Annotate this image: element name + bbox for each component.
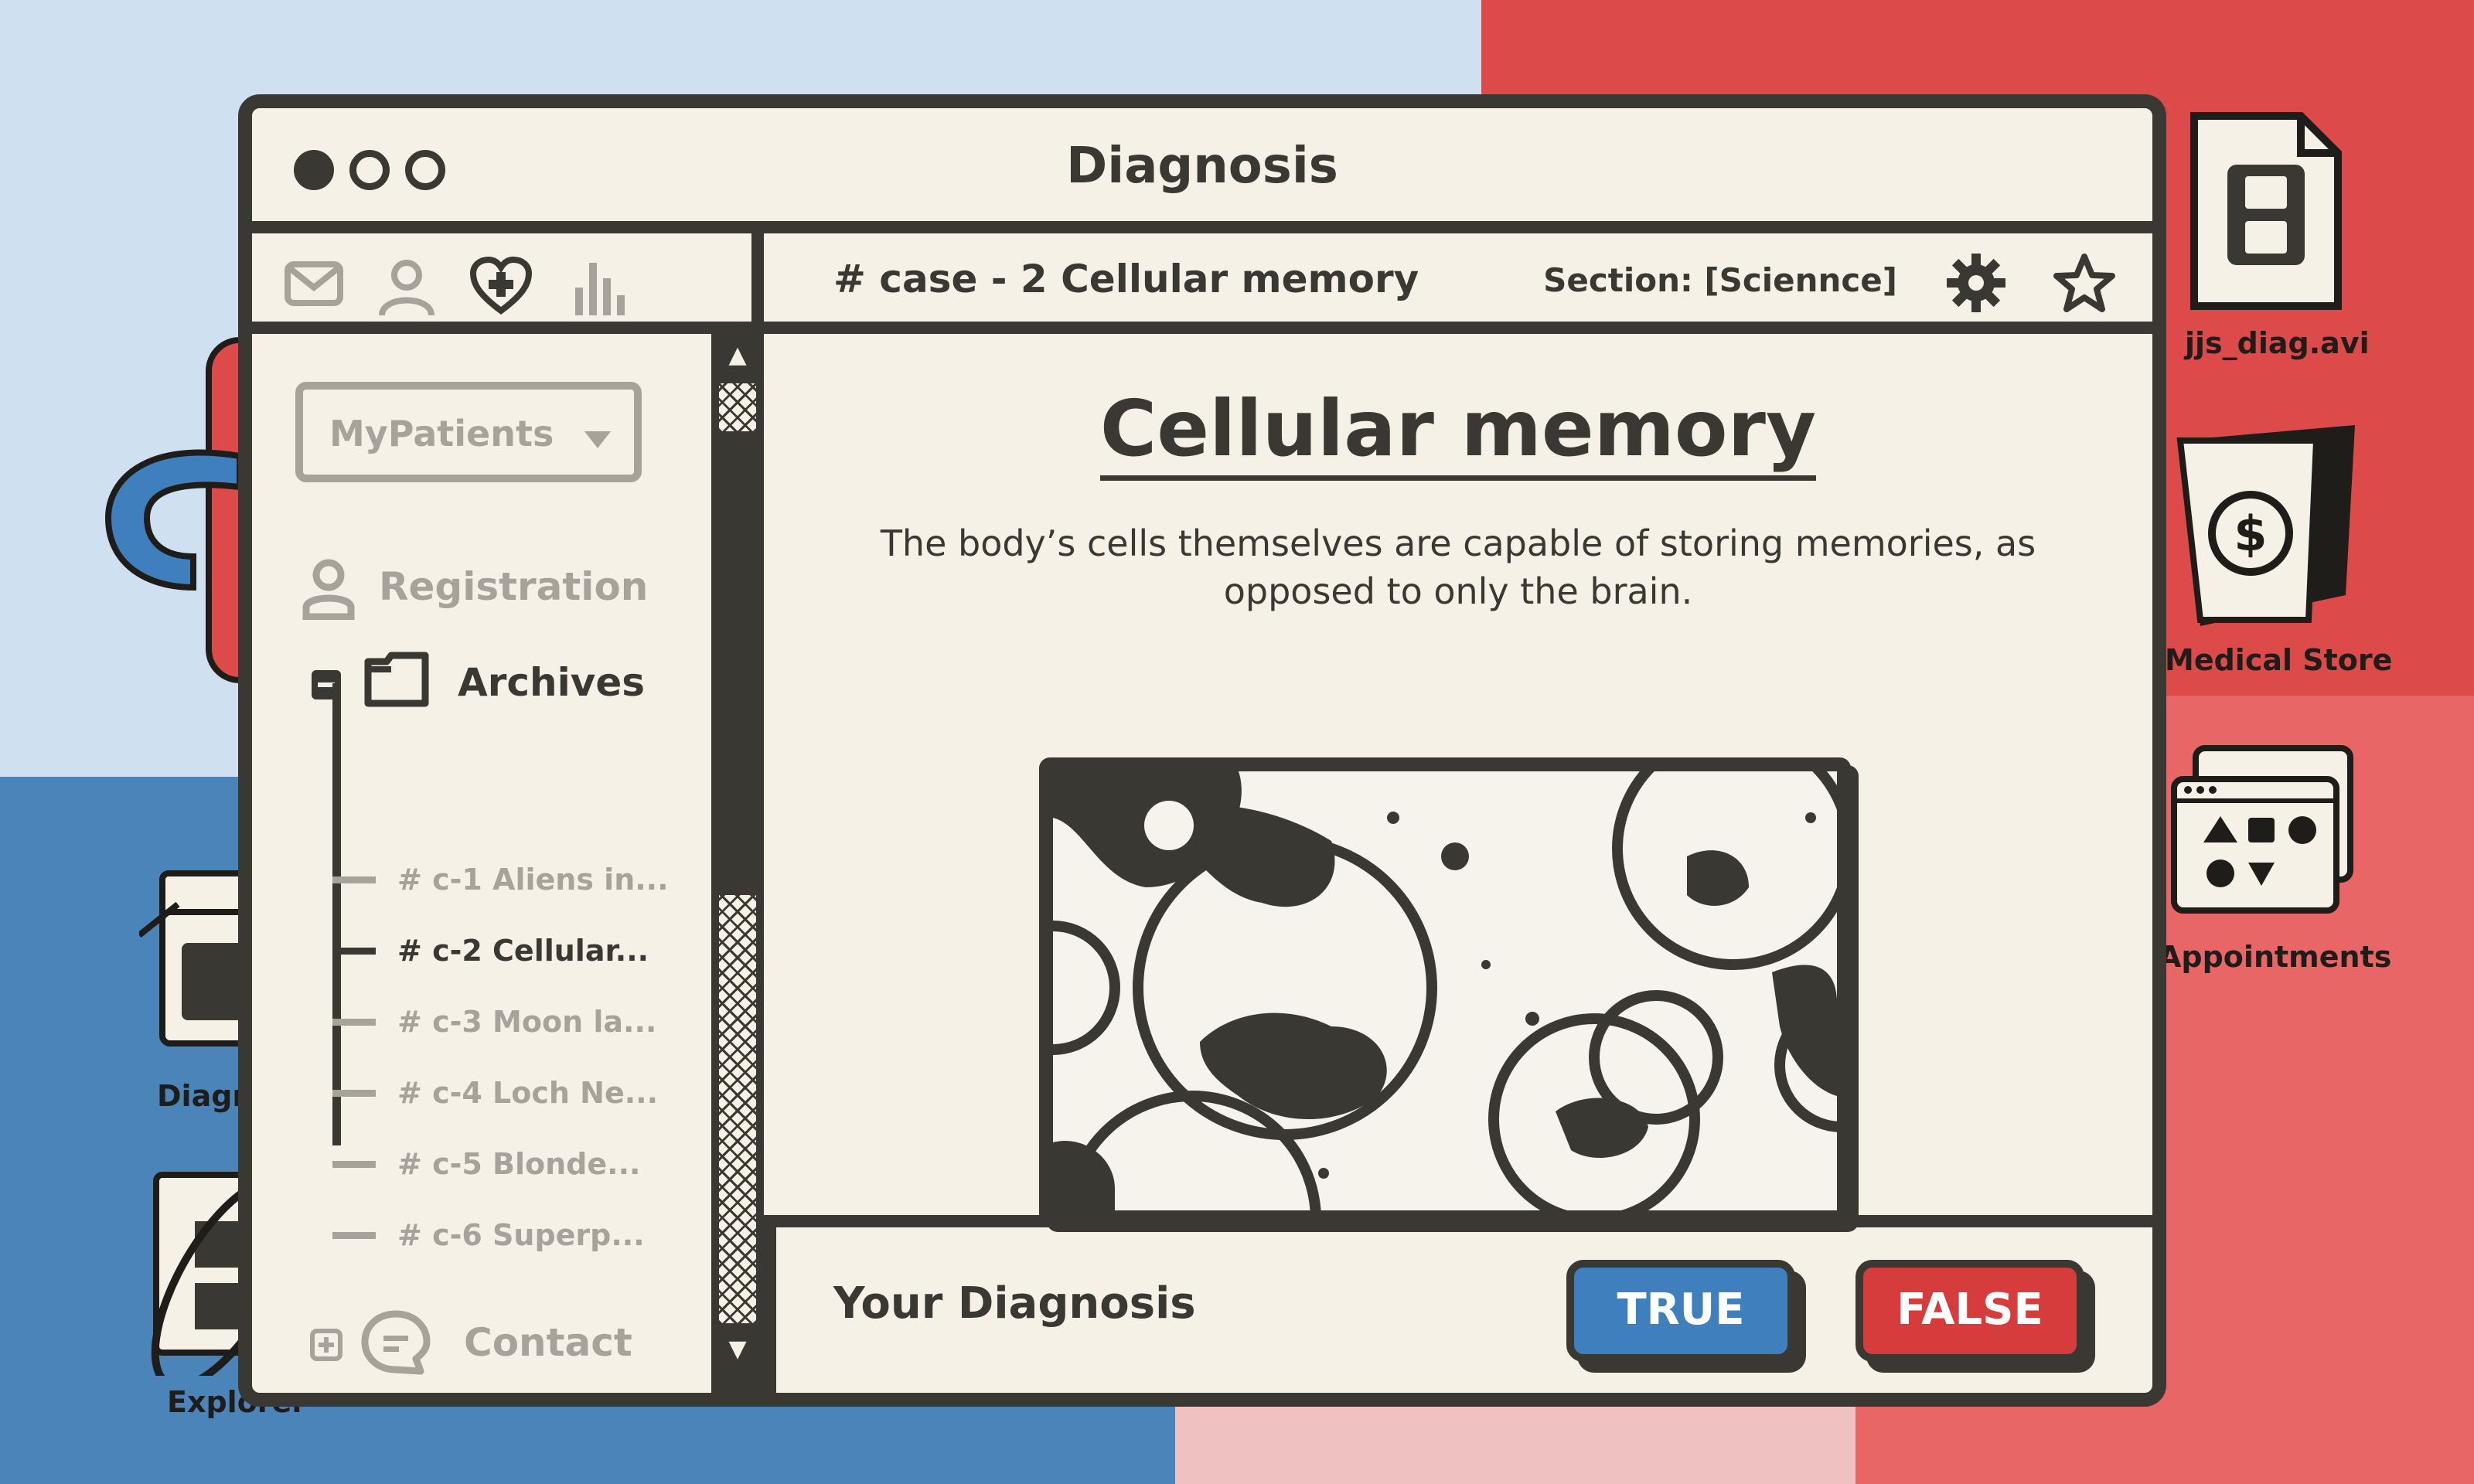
appointments-folder-icon[interactable] xyxy=(2165,740,2366,921)
user-icon xyxy=(302,558,356,623)
tree-branch xyxy=(332,876,376,883)
sidebar-item-label: Contact xyxy=(464,1320,632,1365)
window-title: Diagnosis xyxy=(1066,138,1338,195)
bar-chart-icon[interactable] xyxy=(572,257,626,322)
cells-illustration xyxy=(1039,757,1851,1224)
store-bag-icon[interactable]: $ xyxy=(2169,417,2363,637)
sidebar-item-label: Archives xyxy=(458,660,645,705)
tree-branch xyxy=(332,1090,376,1097)
false-button[interactable]: FALSE xyxy=(1855,1260,2084,1362)
gear-icon[interactable] xyxy=(1945,252,2007,317)
toolbar xyxy=(252,233,764,334)
chevron-down-icon xyxy=(584,431,611,451)
archive-item-label: # c-3 Moon la... xyxy=(397,1005,657,1039)
tree-line xyxy=(332,683,341,1145)
archive-item-label: # c-2 Cellular... xyxy=(397,934,649,968)
scroll-up-arrow-icon[interactable]: ▲ xyxy=(711,342,764,369)
scroll-thumb[interactable] xyxy=(719,895,756,1323)
archive-item-label: # c-6 Superp... xyxy=(397,1218,645,1252)
diagnosis-prompt: Your Diagnosis xyxy=(833,1278,1196,1329)
case-heading-text: Cellular memory xyxy=(1099,383,1817,481)
sidebar-item-label: Registration xyxy=(379,564,649,609)
dropdown-value: MyPatients xyxy=(329,413,554,454)
case-description: The body’s cells themselves are capable … xyxy=(880,522,2036,612)
mail-icon[interactable] xyxy=(283,257,345,314)
case-content: Cellular memory The body’s cells themsel… xyxy=(764,334,2152,1224)
svg-text:$: $ xyxy=(2234,505,2267,562)
tree-branch xyxy=(332,1232,376,1239)
user-icon[interactable] xyxy=(376,257,438,322)
heart-plus-icon[interactable] xyxy=(469,256,533,318)
desktop-icon-label: Appointments xyxy=(2159,940,2392,974)
sidebar-item-contact[interactable]: Contact xyxy=(302,1309,632,1379)
archive-item-label: # c-5 Blonde... xyxy=(397,1147,641,1181)
case-header: # case - 2 Cellular memory Section: [Sci… xyxy=(764,233,2152,334)
case-title: # case - 2 Cellular memory xyxy=(833,257,1419,301)
sidebar: MyPatients Registration Archives # c-1 A… xyxy=(252,334,711,1393)
desktop-icon-label: Medical Store xyxy=(2165,643,2393,677)
star-icon[interactable] xyxy=(2053,252,2115,317)
tree-branch xyxy=(332,948,376,955)
chat-icon xyxy=(360,1309,431,1379)
folder-icon xyxy=(363,651,430,711)
archive-item-label: # c-1 Aliens in... xyxy=(397,863,669,897)
tree-branch xyxy=(332,1161,376,1168)
case-heading: Cellular memory xyxy=(764,383,2152,481)
tree-branch xyxy=(332,1019,376,1026)
expand-toggle-icon[interactable] xyxy=(309,1328,343,1365)
archive-item-label: # c-4 Loch Ne... xyxy=(397,1076,659,1110)
diagnosis-footer: Your Diagnosis TRUE FALSE xyxy=(764,1215,2152,1393)
patients-dropdown[interactable]: MyPatients xyxy=(295,382,642,482)
video-file-icon[interactable] xyxy=(2185,107,2347,318)
explorer-icon[interactable] xyxy=(133,1167,301,1390)
true-button[interactable]: TRUE xyxy=(1566,1260,1795,1362)
sidebar-item-registration[interactable]: Registration xyxy=(302,558,648,623)
section-label: Section: [Sciennce] xyxy=(1543,261,1897,299)
sidebar-scrollbar[interactable]: ▲ ▼ xyxy=(711,334,764,1393)
scroll-track-segment xyxy=(719,383,756,431)
sidebar-item-archives[interactable]: Archives xyxy=(302,651,645,713)
desktop-icon-label: jjs_diag.avi xyxy=(2185,326,2370,360)
title-bar: Diagnosis xyxy=(252,108,2152,233)
scroll-down-arrow-icon[interactable]: ▼ xyxy=(711,1336,764,1363)
diagnosis-window: Diagnosis # case - 2 Cellular memory Sec… xyxy=(238,94,2166,1407)
